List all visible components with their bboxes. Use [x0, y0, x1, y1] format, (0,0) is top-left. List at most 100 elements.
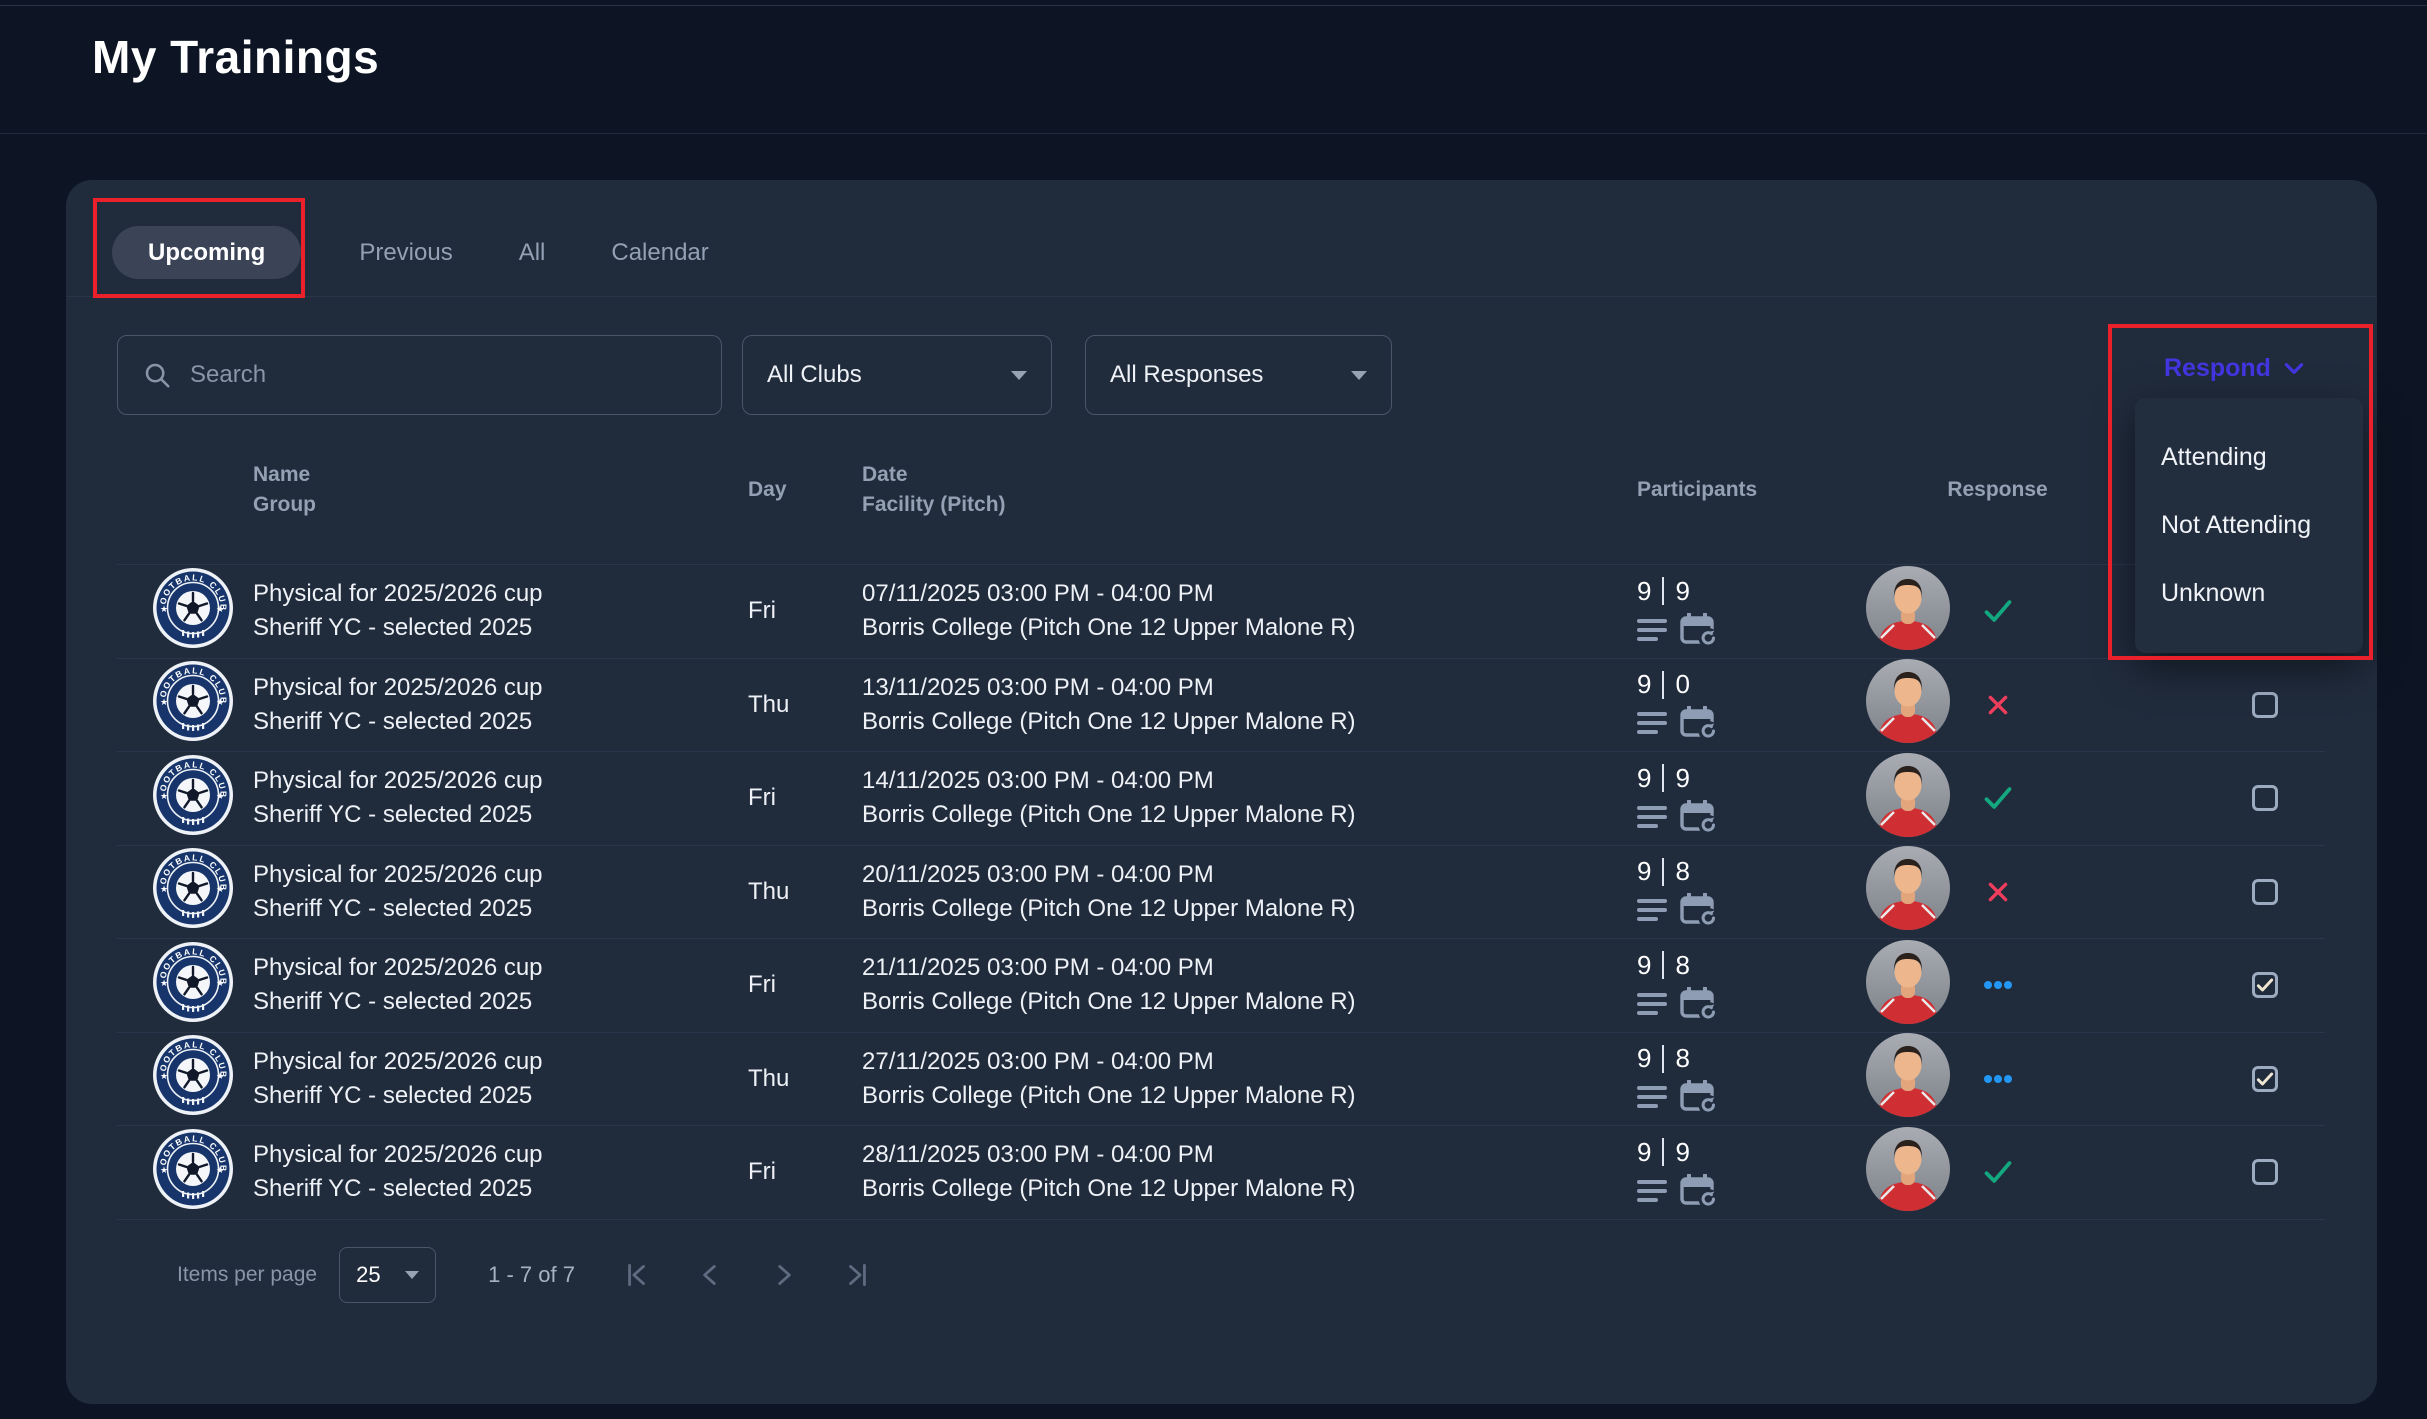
svg-text:★: ★	[216, 604, 224, 614]
training-name: Physical for 2025/2026 cup	[253, 1138, 748, 1172]
search-input[interactable]	[190, 361, 697, 389]
training-name: Physical for 2025/2026 cup	[253, 1045, 748, 1079]
items-per-page-label: Items per page	[177, 1263, 317, 1287]
clubs-filter-select[interactable]: All Clubs	[742, 335, 1052, 415]
previous-page-button[interactable]	[695, 1260, 725, 1290]
row-checkbox[interactable]	[2252, 972, 2278, 998]
player-avatar	[1866, 659, 1950, 743]
svg-text:★: ★	[160, 604, 168, 614]
training-day: Fri	[748, 597, 862, 625]
training-group: Sheriff YC - selected 2025	[253, 705, 748, 739]
calendar-sync-icon[interactable]	[1679, 706, 1717, 740]
training-name: Physical for 2025/2026 cup	[253, 671, 748, 705]
header-divider	[0, 133, 2427, 134]
calendar-sync-icon[interactable]	[1679, 800, 1717, 834]
training-name: Physical for 2025/2026 cup	[253, 951, 748, 985]
last-page-button[interactable]	[843, 1260, 873, 1290]
training-day: Fri	[748, 784, 862, 812]
table-header-row: Name Group Day Date Facility (Pitch) Par…	[117, 415, 2325, 565]
participants-count: 99	[1637, 1137, 1860, 1168]
respond-label: Respond	[2164, 354, 2271, 383]
training-facility: Borris College (Pitch One 12 Upper Malon…	[862, 892, 1637, 926]
training-name: Physical for 2025/2026 cup	[253, 764, 748, 798]
player-avatar	[1866, 753, 1950, 837]
header-response: Response	[1947, 475, 2047, 505]
training-datetime: 13/11/2025 03:00 PM - 04:00 PM	[862, 671, 1637, 705]
trainings-card: Upcoming Previous All Calendar All Clubs…	[66, 180, 2377, 1404]
page-title: My Trainings	[92, 30, 379, 84]
attendance-list-icon[interactable]	[1637, 1178, 1667, 1204]
response-status-icon	[1982, 597, 2014, 625]
response-status-icon	[1982, 1158, 2014, 1186]
participants-count: 99	[1637, 763, 1860, 794]
attendance-list-icon[interactable]	[1637, 804, 1667, 830]
respond-button[interactable]: Respond	[2164, 348, 2307, 388]
dropdown-arrow-icon	[1011, 371, 1027, 380]
training-facility: Borris College (Pitch One 12 Upper Malon…	[862, 798, 1637, 832]
player-avatar	[1866, 566, 1950, 650]
menu-item-attending[interactable]: Attending	[2135, 443, 2363, 472]
training-datetime: 07/11/2025 03:00 PM - 04:00 PM	[862, 577, 1637, 611]
calendar-sync-icon[interactable]	[1679, 613, 1717, 647]
first-page-button[interactable]	[621, 1260, 651, 1290]
training-group: Sheriff YC - selected 2025	[253, 892, 748, 926]
header-participants: Participants	[1637, 475, 1860, 505]
calendar-sync-icon[interactable]	[1679, 987, 1717, 1021]
top-divider	[0, 5, 2427, 6]
row-checkbox[interactable]	[2252, 1159, 2278, 1185]
training-facility: Borris College (Pitch One 12 Upper Malon…	[862, 705, 1637, 739]
tab-upcoming[interactable]: Upcoming	[112, 226, 301, 279]
paginator: Items per page 25 1 - 7 of 7	[117, 1230, 873, 1320]
training-day: Fri	[748, 1158, 862, 1186]
row-checkbox[interactable]	[2252, 785, 2278, 811]
training-facility: Borris College (Pitch One 12 Upper Malon…	[862, 985, 1637, 1019]
training-day: Fri	[748, 971, 862, 999]
training-day: Thu	[748, 878, 862, 906]
attendance-list-icon[interactable]	[1637, 617, 1667, 643]
response-status-icon	[1982, 1074, 2014, 1084]
responses-filter-select[interactable]: All Responses	[1085, 335, 1392, 415]
player-avatar	[1866, 940, 1950, 1024]
club-logo: FOOTBALL CLUB ★ ★	[153, 755, 233, 835]
player-avatar	[1866, 846, 1950, 930]
table-row: FOOTBALL CLUB ★ ★ Physical for 2025/2026…	[117, 939, 2325, 1033]
attendance-list-icon[interactable]	[1637, 991, 1667, 1017]
calendar-sync-icon[interactable]	[1679, 1174, 1717, 1208]
calendar-sync-icon[interactable]	[1679, 1080, 1717, 1114]
dropdown-arrow-icon	[1351, 371, 1367, 380]
next-page-button[interactable]	[769, 1260, 799, 1290]
svg-text:★: ★	[160, 1071, 168, 1081]
svg-text:★: ★	[216, 697, 224, 707]
filter-bar: All Clubs All Responses	[117, 335, 1392, 415]
row-checkbox[interactable]	[2252, 879, 2278, 905]
svg-text:★: ★	[160, 697, 168, 707]
tab-previous[interactable]: Previous	[351, 239, 460, 267]
search-box[interactable]	[117, 335, 722, 415]
tab-calendar[interactable]: Calendar	[603, 239, 716, 267]
svg-text:★: ★	[160, 978, 168, 988]
participants-count: 90	[1637, 669, 1860, 700]
response-status-icon	[1985, 879, 2011, 905]
menu-item-unknown[interactable]: Unknown	[2135, 579, 2363, 608]
svg-text:★: ★	[160, 1165, 168, 1175]
svg-text:★: ★	[216, 1165, 224, 1175]
attendance-list-icon[interactable]	[1637, 710, 1667, 736]
club-logo: FOOTBALL CLUB ★ ★	[153, 848, 233, 928]
club-logo: FOOTBALL CLUB ★ ★	[153, 942, 233, 1022]
training-datetime: 20/11/2025 03:00 PM - 04:00 PM	[862, 858, 1637, 892]
attendance-list-icon[interactable]	[1637, 897, 1667, 923]
player-avatar	[1866, 1127, 1950, 1211]
tab-all[interactable]: All	[511, 239, 554, 267]
attendance-list-icon[interactable]	[1637, 1084, 1667, 1110]
training-facility: Borris College (Pitch One 12 Upper Malon…	[862, 1172, 1637, 1206]
response-status-icon	[1982, 980, 2014, 990]
dropdown-arrow-icon	[405, 1271, 419, 1279]
row-checkbox[interactable]	[2252, 692, 2278, 718]
row-checkbox[interactable]	[2252, 1066, 2278, 1092]
table-row: FOOTBALL CLUB ★ ★ Physical for 2025/2026…	[117, 565, 2325, 659]
page-size-select[interactable]: 25	[339, 1247, 436, 1303]
club-logo: FOOTBALL CLUB ★ ★	[153, 1129, 233, 1209]
calendar-sync-icon[interactable]	[1679, 893, 1717, 927]
search-icon	[142, 360, 172, 390]
menu-item-not-attending[interactable]: Not Attending	[2135, 511, 2363, 540]
